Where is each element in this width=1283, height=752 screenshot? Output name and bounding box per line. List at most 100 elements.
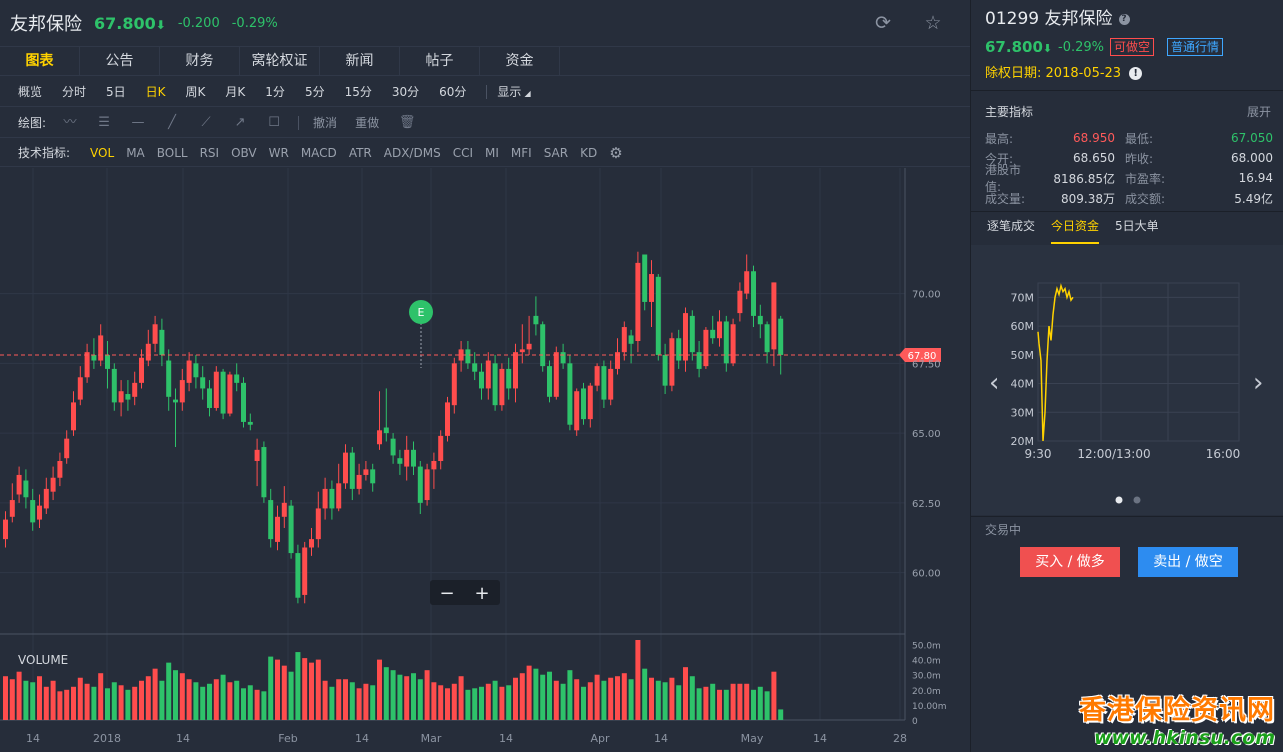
tab-6[interactable]: 资金 [480,47,560,75]
candle-body [662,354,668,386]
period-5[interactable]: 月K [225,83,245,100]
volume-bar [329,686,335,720]
tab-4[interactable]: 新闻 [320,47,400,75]
indicator-rsi[interactable]: RSI [200,146,220,160]
volume-bar [227,682,233,720]
candle-body [281,502,287,517]
period-6[interactable]: 1分 [265,83,285,100]
volume-bar [370,685,376,720]
next-arrow-icon[interactable]: › [1253,368,1263,398]
rect-tool-icon[interactable]: ☐ [264,115,284,130]
undo-button[interactable]: 撤消 [313,114,337,131]
capital-tab-1[interactable]: 今日资金 [1051,212,1100,244]
candle-body [309,539,314,548]
zoom-out-button[interactable]: − [439,583,454,604]
period-0[interactable]: 概览 [18,83,42,100]
candle-body [594,366,600,386]
indicator-ma[interactable]: MA [126,146,145,160]
indicator-kd[interactable]: KD [580,146,597,160]
period-10[interactable]: 60分 [439,83,466,100]
candlestick-chart[interactable]: 67.8070.0067.5065.0062.5060.0050.0m40.0m… [0,168,970,752]
metric-value: 67.050 [1231,131,1273,145]
candle-body [227,374,233,414]
tab-2[interactable]: 财务 [160,47,240,75]
channel-tool-icon[interactable]: ☰ [94,115,114,130]
segment-tool-icon[interactable]: ⟋ [196,115,216,130]
candle-body [125,394,131,400]
sell-button[interactable]: 卖出 / 做空 [1138,547,1238,577]
expand-link[interactable]: 展开 [1247,103,1271,120]
candle-body [145,343,151,361]
candle-body [261,447,267,498]
volume-bar [254,689,260,720]
star-icon[interactable]: ☆ [922,12,944,34]
hline-tool-icon[interactable]: — [128,115,148,130]
period-7[interactable]: 5分 [305,83,325,100]
candle-body [390,438,396,456]
period-3[interactable]: 日K [146,83,166,100]
indicator-wr[interactable]: WR [269,146,289,160]
period-8[interactable]: 15分 [345,83,372,100]
zoom-in-button[interactable]: + [474,583,489,604]
volume-bar [64,689,70,720]
indicator-obv[interactable]: OBV [231,146,257,160]
volume-bar [431,682,437,720]
period-2[interactable]: 5日 [106,83,126,100]
ray-tool-icon[interactable]: ↗ [230,115,250,130]
date-tick-label: Feb [278,732,297,745]
indicator-vol[interactable]: VOL [90,146,114,160]
buy-button[interactable]: 买入 / 做多 [1020,547,1120,577]
prev-arrow-icon[interactable]: ‹ [989,368,999,398]
volume-bar [71,686,76,720]
stock-name: 友邦保险 [10,14,82,35]
help-icon[interactable]: ? [1118,13,1130,25]
indicator-mi[interactable]: MI [485,146,499,160]
tab-3[interactable]: 窝轮权证 [240,47,320,75]
polyline-tool-icon[interactable]: 〰 [60,115,80,130]
line-tool-icon[interactable]: ╱ [162,115,182,130]
market-type-badge[interactable]: 普通行情 [1167,38,1224,56]
redo-button[interactable]: 重做 [355,114,379,131]
volume-bar [465,689,471,720]
candle-body [513,352,518,389]
quote-price: 67.800⬇ [985,38,1053,56]
volume-bar [125,689,131,720]
indicator-macd[interactable]: MACD [301,146,337,160]
indicator-adx-dms[interactable]: ADX/DMS [384,146,441,160]
date-tick-label: 14 [499,732,513,745]
period-4[interactable]: 周K [186,83,206,100]
indicator-atr[interactable]: ATR [349,146,372,160]
capital-tab-0[interactable]: 逐笔成交 [987,212,1035,244]
tab-1[interactable]: 公告 [80,47,160,75]
candle-body [540,324,546,367]
settings-icon[interactable]: ⚙ [609,144,622,162]
indicator-mfi[interactable]: MFI [511,146,532,160]
period-1[interactable]: 分时 [62,83,86,100]
volume-tick-label: 40.0m [912,657,941,667]
refresh-icon[interactable]: ⟳ [872,12,894,34]
capital-flow-line [1037,283,1074,442]
indicator-cci[interactable]: CCI [453,146,473,160]
period-9[interactable]: 30分 [392,83,419,100]
candle-body [492,363,498,406]
volume-bar [23,680,29,720]
metric-label: 成交量: [985,191,1026,206]
candle-body [676,338,682,361]
date-tick-label: 14 [355,732,369,745]
candle-body [220,371,226,414]
candle-body [213,371,219,408]
info-icon[interactable]: ! [1129,67,1143,80]
tab-0[interactable]: 图表 [0,47,80,75]
candle-body [50,477,56,492]
trash-icon[interactable]: 🗑 [397,115,417,130]
candle-body [404,449,410,467]
volume-bar [207,683,212,720]
volume-bar [166,662,172,720]
display-dropdown[interactable]: 显示 ◢ [497,83,530,100]
price-tick-label: 60.00 [912,569,941,580]
indicator-sar[interactable]: SAR [544,146,568,160]
tab-5[interactable]: 帖子 [400,47,480,75]
indicator-boll[interactable]: BOLL [157,146,188,160]
candle-body [356,474,362,489]
capital-tab-2[interactable]: 5日大单 [1115,212,1159,244]
